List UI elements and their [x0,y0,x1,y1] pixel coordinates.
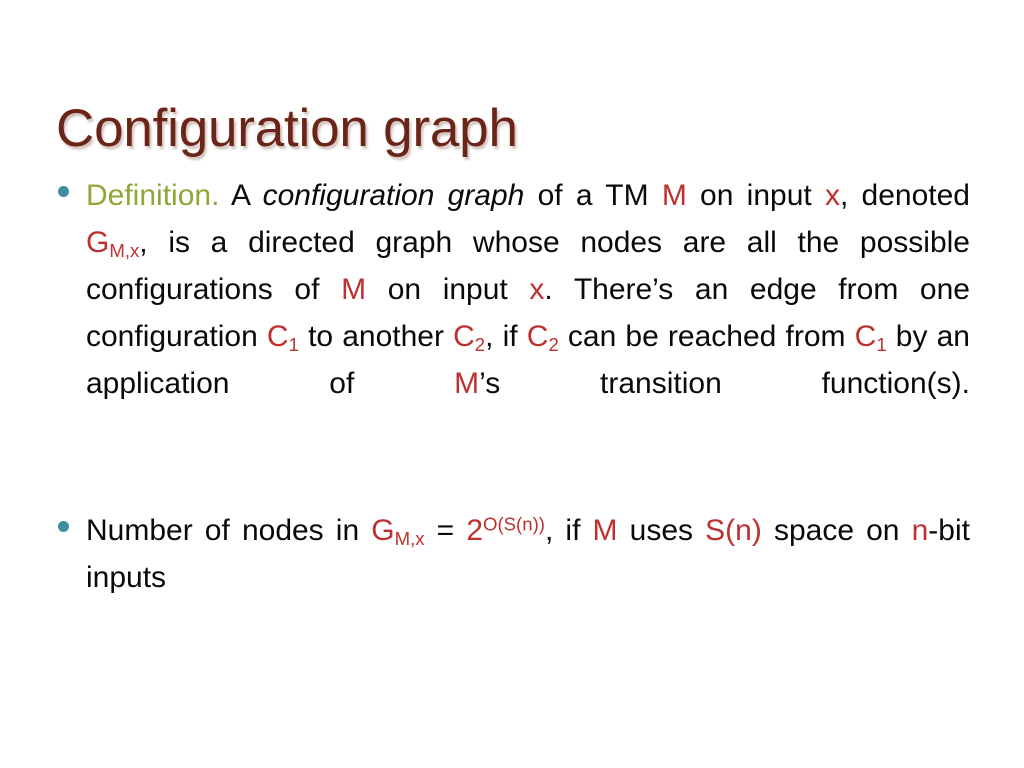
symbol-C-d-base: C [854,320,877,353]
text-comma-denoted: , denoted [839,179,970,212]
symbol-x-1: x [824,179,840,212]
symbol-M-3: M [454,367,480,400]
symbol-G-1-base: G [86,226,110,259]
slide-canvas: Configuration graph Definition. A config… [0,0,1024,768]
symbol-M-2: M [341,273,367,306]
bullet-dot-icon [58,186,69,197]
text-transition-function: ’s transition function(s). [479,367,970,400]
symbol-x-2: x [529,273,545,306]
symbol-n: n [911,514,929,547]
text-equals-sign: = [424,514,467,547]
symbol-C-c-subscript: 2 [548,334,559,356]
symbol-C1-d: C1 [854,320,887,356]
symbol-C-b-base: C [453,320,475,353]
symbol-G-2-base: G [371,514,395,547]
symbol-C-a-subscript: 1 [288,334,299,356]
definition-a-article: A [219,179,263,212]
text-of-a-tm: of a TM [524,179,662,212]
text-uses: uses [617,514,706,547]
definition-label: Definition. [86,179,220,212]
symbol-G-Mx-1: GM,x [86,226,140,262]
symbol-C-a-base: C [266,320,289,353]
symbol-G-2-subscript: M,x [394,528,425,550]
bullet-item-node-count: Number of nodes in GM,x = 2O(S(n)), if M… [56,507,970,648]
slide-body: Definition. A configuration graph of a T… [56,172,970,648]
text-number-of-nodes-in: Number of nodes in [86,514,372,547]
bullet-item-definition: Definition. A configuration graph of a T… [56,172,970,454]
bullet-definition-text: Definition. A configuration graph of a T… [86,172,970,454]
text-to-another: to another [298,320,454,353]
text-space-on: space on [761,514,912,547]
text-comma-if-2: , if [544,514,593,547]
bullet-node-count-text: Number of nodes in GM,x = 2O(S(n)), if M… [86,507,970,648]
symbol-C2-c: C2 [526,320,559,356]
symbol-M-1: M [661,179,687,212]
symbol-C1-a: C1 [266,320,299,356]
text-can-be-reached-from: can be reached from [558,320,855,353]
expression-two-to-the-O-S-n: 2O(S(n)) [466,514,545,547]
symbol-M-4: M [592,514,618,547]
symbol-C-d-subscript: 1 [876,334,887,356]
text-on-input-2: on input [366,273,530,306]
text-on-input-1: on input [686,179,825,212]
symbol-G-1-subscript: M,x [109,240,140,262]
expression-exponent-O-S-n: O(S(n)) [483,513,545,535]
expression-base-two: 2 [466,514,483,547]
symbol-C2-b: C2 [453,320,486,356]
slide-title: Configuration graph [56,98,518,158]
bullet-dot-icon [58,521,69,532]
symbol-C-c-base: C [526,320,549,353]
symbol-S-of-n: S(n) [705,514,762,547]
symbol-G-Mx-2: GM,x [371,514,425,550]
text-comma-if-1: , if [485,320,527,353]
term-configuration-graph: configuration graph [262,179,525,212]
symbol-C-b-subscript: 2 [474,334,486,356]
